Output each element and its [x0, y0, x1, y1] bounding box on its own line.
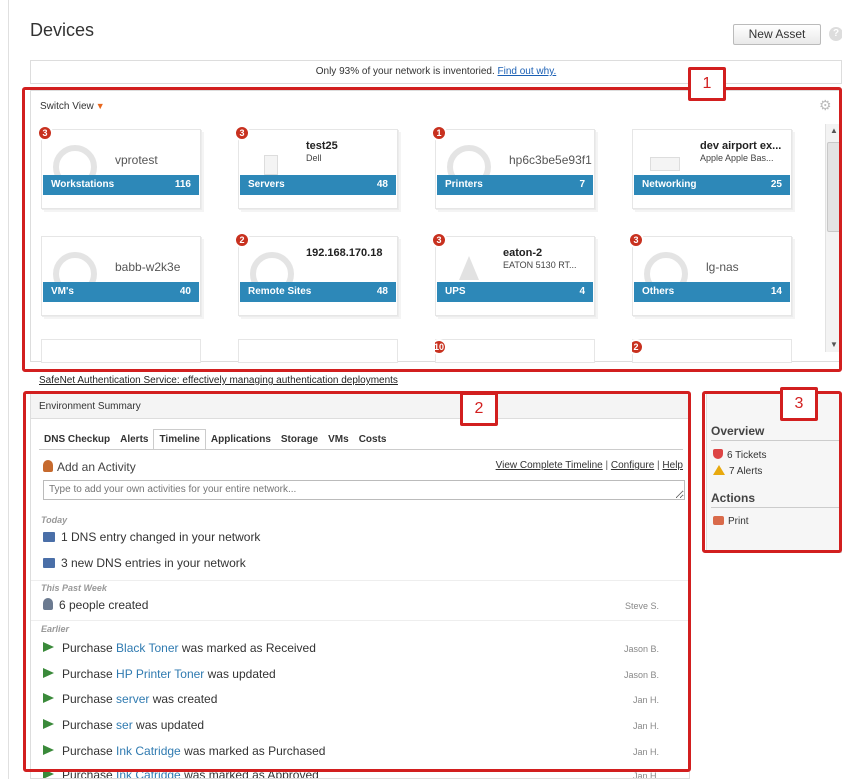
find-out-why-link[interactable]: Find out why. — [498, 66, 557, 77]
annotation-label-3: 3 — [780, 387, 818, 421]
annotation-label-1: 1 — [688, 67, 726, 101]
page-title: Devices — [30, 20, 95, 40]
page-left-border — [8, 0, 9, 779]
annotation-box-1 — [22, 87, 842, 372]
new-asset-button[interactable]: New Asset — [733, 24, 821, 45]
timeline-author: Jan H. — [632, 771, 659, 779]
help-icon[interactable]: ? — [829, 27, 842, 41]
annotation-box-3 — [702, 391, 842, 553]
annotation-label-2: 2 — [460, 392, 498, 426]
annotation-box-2 — [23, 391, 691, 772]
banner-text: Only 93% of your network is inventoried. — [315, 66, 495, 77]
sponsor-link[interactable]: SafeNet Authentication Service: effectiv… — [39, 375, 398, 386]
